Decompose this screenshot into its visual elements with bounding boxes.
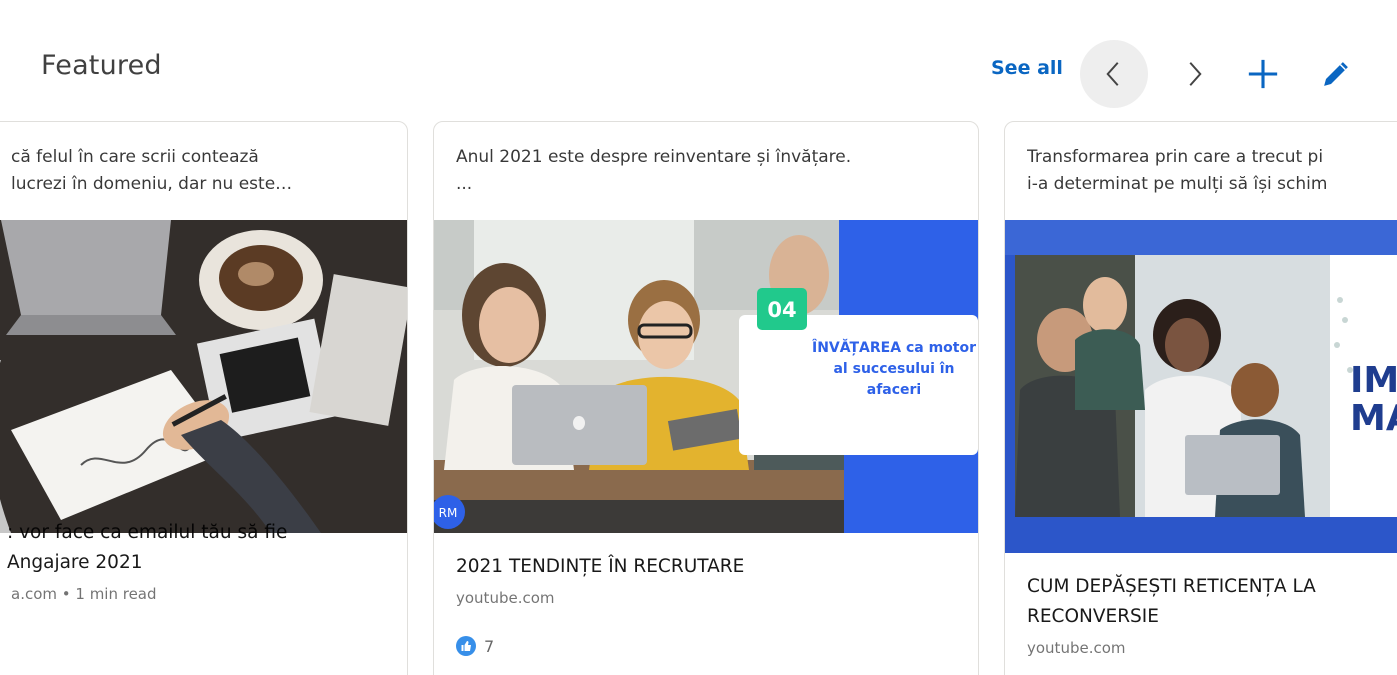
card-description: Transformarea prin care a trecut pi i-a … (1027, 144, 1397, 198)
card-thumbnail-image: IMI MA (1005, 220, 1397, 553)
card-title: 2021 TENDINȚE ÎN RECRUTARE (456, 556, 745, 577)
chevron-left-icon (1106, 62, 1119, 86)
next-button[interactable] (1160, 40, 1228, 108)
thumb-text: IMI (1350, 360, 1397, 401)
thumb-text: afaceri (867, 382, 921, 398)
description-line: că felul în care scrii contează (11, 147, 259, 167)
featured-card[interactable]: Anul 2021 este despre reinventare și înv… (433, 121, 979, 675)
thumb-logo: RM (439, 506, 458, 520)
thumb-text: MA (1350, 398, 1397, 439)
card-thumbnail-image (0, 220, 407, 533)
pencil-icon (1324, 62, 1348, 86)
reactions[interactable]: 7 (456, 636, 494, 656)
featured-card[interactable]: Transformarea prin care a trecut pi i-a … (1004, 121, 1397, 675)
previous-button[interactable] (1080, 40, 1148, 108)
title-line: CUM DEPĂȘEȘTI RETICENȚA LA (1027, 576, 1316, 597)
description-line: Transformarea prin care a trecut pi (1027, 147, 1324, 167)
thumb-number: 04 (767, 298, 796, 322)
card-source: a.com • 1 min read (11, 585, 157, 603)
description-line: i-a determinat pe mulți să își schim (1027, 174, 1328, 194)
title-line: : vor face ca emailul tău să fie (7, 522, 288, 543)
reaction-count: 7 (484, 636, 495, 656)
section-title: Featured (41, 50, 162, 81)
featured-section: Featured See all că felul în care scrii … (0, 0, 1397, 675)
description-line: lucrezi în domeniu, dar nu este… (11, 174, 293, 194)
description-line: ... (456, 174, 473, 194)
card-title: CUM DEPĂȘEȘTI RETICENȚA LA RECONVERSIE (1027, 572, 1397, 632)
card-description: că felul în care scrii contează lucrezi … (11, 144, 397, 198)
card-thumbnail-image: 04 ÎNVĂȚAREA ca motor al succesului în a… (434, 220, 978, 533)
title-line: RECONVERSIE (1027, 606, 1159, 627)
thumb-text: ÎNVĂȚAREA ca motor (812, 338, 976, 356)
thumb-text: al succesului în (833, 361, 954, 377)
chevron-right-icon (1189, 62, 1202, 86)
title-line: Angajare 2021 (7, 552, 143, 573)
featured-card[interactable]: că felul în care scrii contează lucrezi … (0, 121, 408, 675)
add-featured-button[interactable] (1237, 48, 1289, 100)
see-all-link[interactable]: See all (991, 57, 1063, 79)
card-title: : vor face ca emailul tău să fie Angajar… (7, 518, 397, 578)
edit-featured-button[interactable] (1310, 48, 1362, 100)
card-source: youtube.com (456, 589, 555, 607)
card-source: youtube.com (1027, 639, 1126, 657)
card-description: Anul 2021 este despre reinventare și înv… (456, 144, 968, 198)
thumbs-up-icon (456, 636, 476, 656)
description-line: Anul 2021 este despre reinventare și înv… (456, 147, 852, 167)
plus-icon (1248, 59, 1278, 89)
